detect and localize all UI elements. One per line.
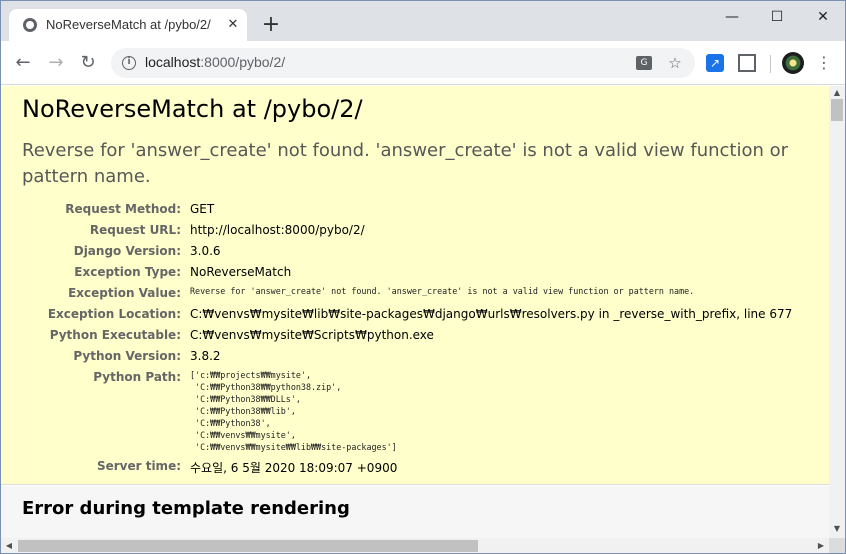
url-text[interactable]: localhost:8000/pybo/2/ <box>145 54 285 70</box>
avatar[interactable] <box>782 52 804 74</box>
reload-icon[interactable]: ↻ <box>76 51 100 75</box>
close-tab-icon[interactable]: ✕ <box>225 15 241 35</box>
toolbar-divider <box>770 55 771 73</box>
scrollbar-corner <box>829 538 845 553</box>
browser-toolbar: ← → ↻ i localhost:8000/pybo/2/ G ☆ ↗ ⋮ <box>1 41 845 85</box>
template-error-section: Error during template rendering <box>1 486 829 538</box>
info-icon[interactable]: i <box>122 56 136 70</box>
error-summary: NoReverseMatch at /pybo/2/ Reverse for '… <box>1 86 829 485</box>
error-message: Reverse for 'answer_create' not found. '… <box>22 140 789 187</box>
vertical-scrollbar[interactable]: ▲ ▼ <box>829 86 845 538</box>
scroll-right-icon[interactable]: ▶ <box>813 539 829 553</box>
kebab-menu-icon[interactable]: ⋮ <box>816 51 832 75</box>
scroll-down-icon[interactable]: ▼ <box>829 522 845 536</box>
browser-tab[interactable]: NoReverseMatch at /pybo/2/ ✕ <box>9 9 247 41</box>
new-tab-button[interactable]: + <box>260 14 282 36</box>
globe-icon <box>23 18 37 32</box>
address-bar[interactable]: i localhost:8000/pybo/2/ G ☆ <box>111 48 695 78</box>
template-error-title: Error during template rendering <box>22 498 350 519</box>
minimize-button[interactable]: — <box>712 5 752 29</box>
translate-icon[interactable]: G <box>636 56 652 70</box>
error-title: NoReverseMatch at /pybo/2/ <box>22 95 363 123</box>
tab-title: NoReverseMatch at /pybo/2/ <box>46 17 211 32</box>
browser-window: NoReverseMatch at /pybo/2/ ✕ + — ☐ ✕ ← →… <box>0 0 846 554</box>
scroll-left-icon[interactable]: ◀ <box>1 539 17 553</box>
expand-arrow-icon[interactable]: ↗ <box>706 54 724 72</box>
close-window-button[interactable]: ✕ <box>803 5 843 29</box>
page-viewport: NoReverseMatch at /pybo/2/ Reverse for '… <box>1 86 829 538</box>
title-bar: NoReverseMatch at /pybo/2/ ✕ + — ☐ ✕ <box>1 1 845 41</box>
forward-arrow-icon[interactable]: → <box>44 51 68 75</box>
back-arrow-icon[interactable]: ← <box>11 51 35 75</box>
horizontal-scroll-thumb[interactable] <box>18 540 478 552</box>
screenshot-frame-icon[interactable] <box>738 54 756 72</box>
star-icon[interactable]: ☆ <box>665 53 685 73</box>
maximize-button[interactable]: ☐ <box>757 5 797 29</box>
vertical-scroll-thumb[interactable] <box>831 99 843 121</box>
scroll-up-icon[interactable]: ▲ <box>829 86 845 100</box>
horizontal-scrollbar[interactable]: ◀ ▶ <box>1 538 829 553</box>
python-path-value: ['c:₩₩projects₩₩mysite', 'C:₩₩Python38₩₩… <box>190 370 397 452</box>
